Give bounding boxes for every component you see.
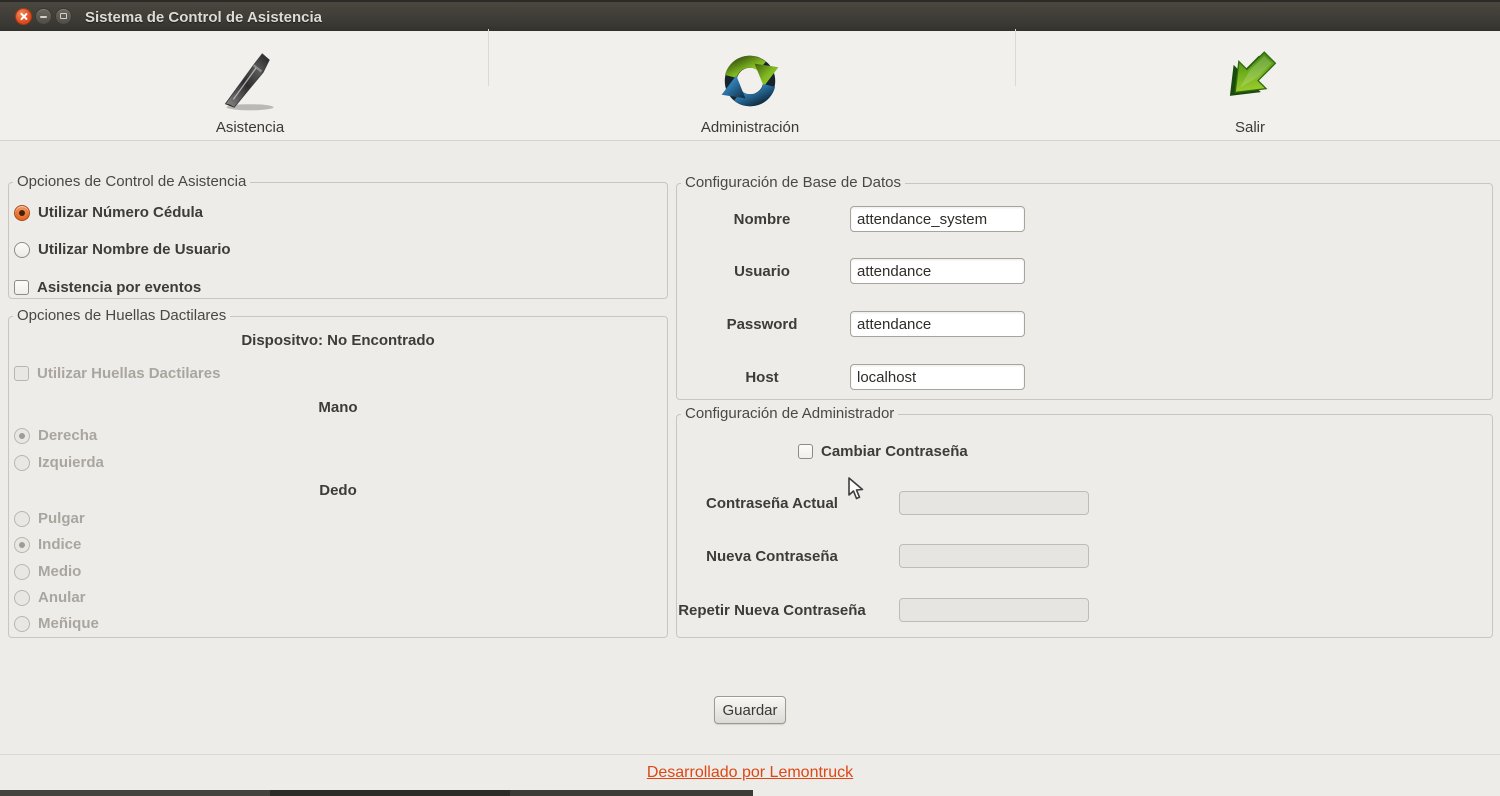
radio-icon — [14, 427, 30, 444]
window-close-button[interactable] — [15, 8, 32, 25]
radio-icon — [14, 536, 30, 553]
window-title: Sistema de Control de Asistencia — [85, 9, 323, 26]
checkbox-label: Cambiar Contraseña — [821, 443, 968, 460]
field-label: Contraseña Actual — [706, 494, 838, 512]
db-name-input[interactable] — [850, 206, 1025, 232]
credit-line: Desarrollado por Lemontruck — [0, 764, 1500, 782]
radio-icon[interactable] — [14, 241, 30, 258]
radio-row-izquierda: Izquierda — [14, 454, 104, 471]
group-admin-config: Configuración de Administrador Cambiar C… — [676, 405, 1493, 638]
db-password-input[interactable] — [850, 311, 1025, 337]
radio-row-indice: Indice — [14, 536, 81, 553]
radio-icon — [14, 589, 30, 606]
new-password-input — [899, 544, 1089, 568]
radio-label: Meñique — [38, 615, 99, 632]
radio-icon — [14, 454, 30, 471]
field-row-password: Password — [677, 311, 1025, 337]
field-label: Nueva Contraseña — [706, 547, 838, 565]
field-label: Nombre — [733, 210, 791, 228]
toolbar-label-salir: Salir — [1234, 119, 1265, 136]
group-title: Opciones de Huellas Dactilares — [13, 307, 231, 324]
device-status-label: Dispositvo: No Encontrado — [241, 332, 435, 349]
bottom-strip-segment — [510, 790, 753, 796]
checkbox-icon[interactable] — [798, 444, 813, 459]
db-host-input[interactable] — [850, 364, 1025, 390]
radio-icon[interactable] — [14, 204, 30, 221]
group-title: Configuración de Base de Datos — [681, 174, 905, 191]
current-password-input — [899, 491, 1089, 515]
radio-row-menique: Meñique — [14, 615, 99, 632]
credit-link[interactable]: Desarrollado por Lemontruck — [647, 764, 853, 781]
field-label: Usuario — [734, 262, 790, 280]
pen-icon — [202, 45, 298, 117]
close-icon — [20, 13, 27, 20]
field-label: Host — [745, 368, 779, 386]
checkbox-icon[interactable] — [14, 280, 29, 295]
checkbox-label: Utilizar Huellas Dactilares — [37, 365, 221, 382]
field-row-nombre: Nombre — [677, 206, 1025, 232]
titlebar: Sistema de Control de Asistencia — [0, 0, 1500, 31]
radio-label: Utilizar Número Cédula — [38, 204, 204, 221]
radio-row-medio: Medio — [14, 563, 81, 580]
radio-label: Indice — [38, 536, 82, 553]
green-arrow-icon — [1215, 45, 1285, 117]
field-row-nueva-contrasena: Nueva Contraseña — [677, 544, 1089, 568]
radio-label: Anular — [38, 589, 86, 606]
save-button[interactable]: Guardar — [714, 696, 786, 724]
group-database-config: Configuración de Base de Datos Nombre Us… — [676, 174, 1493, 400]
radio-row-pulgar: Pulgar — [14, 510, 85, 527]
window-minimize-button[interactable] — [35, 8, 52, 25]
maximize-icon — [60, 13, 67, 19]
repeat-password-input — [899, 598, 1089, 622]
window-maximize-button[interactable] — [55, 8, 72, 25]
finger-section-label: Dedo — [319, 482, 357, 499]
hand-section-label: Mano — [318, 399, 358, 416]
field-label: Password — [726, 315, 798, 333]
checkbox-label: Asistencia por eventos — [37, 279, 202, 296]
field-label: Repetir Nueva Contraseña — [678, 601, 866, 619]
radio-row-anular: Anular — [14, 589, 86, 606]
mouse-cursor — [847, 477, 867, 506]
group-attendance-options: Opciones de Control de Asistencia Utiliz… — [8, 173, 668, 299]
toolbar-button-asistencia[interactable]: Asistencia — [0, 31, 500, 140]
checkbox-icon — [14, 366, 29, 381]
checkbox-row-cambiar-contrasena[interactable]: Cambiar Contraseña — [798, 443, 968, 460]
radio-label: Izquierda — [38, 454, 104, 471]
checkbox-row-huellas: Utilizar Huellas Dactilares — [14, 365, 220, 382]
toolbar-label-administracion: Administración — [700, 119, 800, 136]
radio-icon — [14, 615, 30, 632]
radio-row-numero-cedula[interactable]: Utilizar Número Cédula — [14, 204, 203, 221]
toolbar: Asistencia Administración Salir — [0, 31, 1500, 141]
radio-label: Medio — [38, 563, 82, 580]
radio-icon — [14, 563, 30, 580]
sync-icon — [717, 45, 783, 117]
bottom-strip-segment — [0, 790, 270, 796]
group-title: Opciones de Control de Asistencia — [13, 173, 251, 190]
toolbar-separator — [488, 29, 489, 86]
minimize-icon — [40, 16, 47, 18]
bottom-strip-segment — [270, 790, 510, 796]
field-row-host: Host — [677, 364, 1025, 390]
footer-separator — [0, 754, 1500, 755]
toolbar-button-administracion[interactable]: Administración — [500, 31, 1000, 140]
radio-label: Utilizar Nombre de Usuario — [38, 241, 231, 258]
field-row-repetir-contrasena: Repetir Nueva Contraseña — [677, 598, 1089, 622]
checkbox-row-eventos[interactable]: Asistencia por eventos — [14, 279, 201, 296]
radio-row-nombre-usuario[interactable]: Utilizar Nombre de Usuario — [14, 241, 231, 258]
field-row-usuario: Usuario — [677, 258, 1025, 284]
radio-label: Derecha — [38, 427, 98, 444]
group-title: Configuración de Administrador — [681, 405, 899, 422]
field-row-contrasena-actual: Contraseña Actual — [677, 491, 1089, 515]
radio-icon — [14, 510, 30, 527]
group-fingerprint-options: Opciones de Huellas Dactilares Dispositv… — [8, 307, 668, 638]
toolbar-button-salir[interactable]: Salir — [1000, 31, 1500, 140]
radio-row-derecha: Derecha — [14, 427, 97, 444]
toolbar-separator — [1015, 29, 1016, 86]
radio-label: Pulgar — [38, 510, 85, 527]
app-window: Sistema de Control de Asistencia Asisten… — [0, 0, 1500, 796]
db-user-input[interactable] — [850, 258, 1025, 284]
toolbar-label-asistencia: Asistencia — [215, 119, 285, 136]
